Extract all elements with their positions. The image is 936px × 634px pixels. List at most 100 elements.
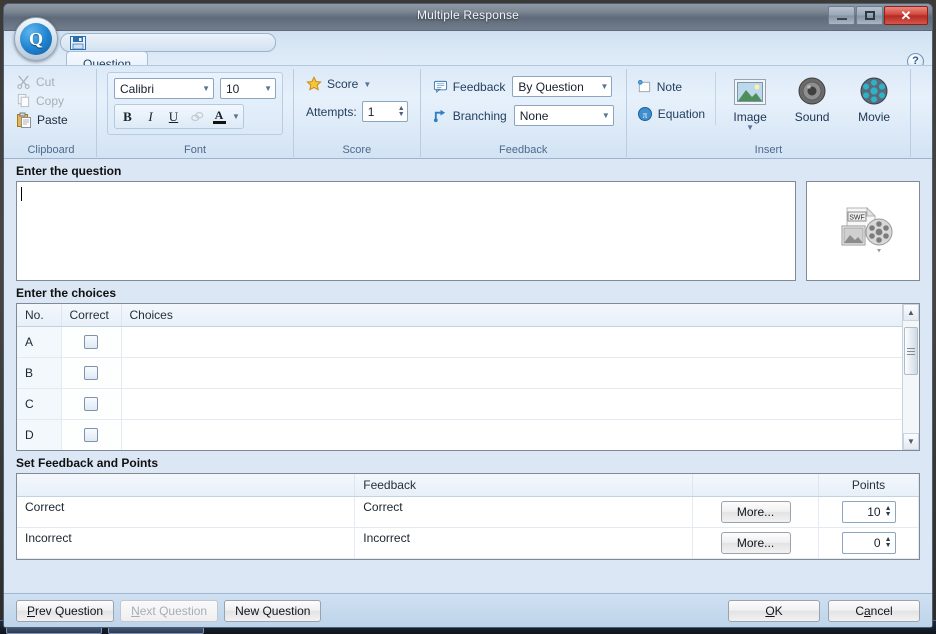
- choice-text[interactable]: [121, 357, 904, 389]
- insert-image-button[interactable]: Image ▼: [722, 72, 778, 132]
- font-family-combo[interactable]: Calibri ▼: [114, 78, 214, 99]
- application-window: Multiple Response ✕ Q Question ? Cut Cop…: [3, 3, 933, 628]
- choice-correct-cell[interactable]: [61, 388, 122, 420]
- correct-more-button[interactable]: More...: [720, 500, 791, 523]
- attempts-stepper[interactable]: 1 ▲ ▼: [361, 101, 408, 122]
- incorrect-points-stepper[interactable]: 0 ▲ ▼: [841, 531, 896, 554]
- choice-no: D: [17, 419, 62, 450]
- ribbon-group-score: Score ▼ Attempts: 1 ▲ ▼ Score: [294, 69, 421, 157]
- bold-button[interactable]: B: [116, 106, 139, 127]
- copy-icon: [17, 93, 30, 108]
- table-row: Correct Correct More... 10 ▲ ▼: [17, 496, 919, 528]
- incorrect-points-value: 0: [873, 535, 881, 550]
- choice-correct-checkbox[interactable]: [84, 427, 98, 442]
- question-row: SWF: [16, 181, 920, 281]
- stepper-down-icon[interactable]: ▼: [398, 111, 405, 118]
- score-button[interactable]: Score ▼: [306, 76, 408, 92]
- table-row[interactable]: C: [17, 388, 904, 420]
- stepper-arrows[interactable]: ▲ ▼: [885, 536, 892, 549]
- feedback-mode-combo[interactable]: By Question ▼: [512, 76, 613, 97]
- font-color-button[interactable]: A: [208, 106, 230, 127]
- choice-correct-checkbox[interactable]: [84, 365, 98, 380]
- feedback-row: Feedback By Question ▼: [433, 76, 614, 97]
- ok-button[interactable]: OK: [728, 599, 820, 622]
- copy-label: Copy: [36, 93, 65, 108]
- chevron-down-icon[interactable]: ▼: [746, 124, 754, 132]
- italic-button[interactable]: I: [139, 106, 162, 127]
- feedback-points-cell: 0 ▲ ▼: [818, 527, 919, 559]
- equation-label: Equation: [657, 107, 706, 121]
- stepper-arrows[interactable]: ▲ ▼: [885, 505, 892, 518]
- font-size-combo[interactable]: 10 ▼: [220, 78, 276, 99]
- chevron-down-icon[interactable]: ▼: [230, 106, 242, 127]
- stepper-down-icon[interactable]: ▼: [885, 511, 892, 518]
- choice-correct-checkbox[interactable]: [84, 334, 98, 349]
- ribbon-group-insert: Note π Equation Image ▼ Sound Movie Inse…: [627, 69, 912, 157]
- scrollbar-thumb[interactable]: [904, 327, 918, 375]
- choices-section-title: Enter the choices: [16, 286, 117, 300]
- scroll-up-icon[interactable]: ▲: [903, 304, 919, 321]
- table-row[interactable]: D: [17, 419, 904, 450]
- minimize-button[interactable]: [828, 6, 855, 25]
- underline-button[interactable]: U: [162, 106, 185, 127]
- choice-text[interactable]: [121, 388, 904, 420]
- attempts-label: Attempts:: [306, 104, 357, 119]
- next-question-button: Next Question: [120, 599, 219, 622]
- dialog-body: Enter the question SWF Enter the choices…: [4, 159, 932, 627]
- save-icon[interactable]: [70, 36, 86, 50]
- prev-question-button[interactable]: Prev Question: [16, 599, 115, 622]
- close-button[interactable]: ✕: [884, 6, 928, 25]
- feedback-row-text[interactable]: Incorrect: [354, 527, 693, 559]
- scroll-down-icon[interactable]: ▼: [903, 433, 919, 450]
- svg-text:SWF: SWF: [849, 215, 865, 222]
- chevron-down-icon[interactable]: ▼: [363, 80, 371, 89]
- insert-sound-button[interactable]: Sound: [784, 72, 840, 124]
- feedback-more-cell: More...: [692, 527, 819, 559]
- choice-text[interactable]: [121, 326, 904, 358]
- insert-movie-button[interactable]: Movie: [846, 72, 902, 124]
- highlight-button: [185, 106, 208, 127]
- stepper-down-icon[interactable]: ▼: [885, 542, 892, 549]
- title-bar[interactable]: Multiple Response ✕: [4, 4, 932, 31]
- insert-image-label: Image: [733, 110, 767, 124]
- choice-correct-cell[interactable]: [61, 419, 122, 450]
- equation-button[interactable]: π Equation: [635, 103, 707, 125]
- choice-text[interactable]: [121, 419, 904, 450]
- copy-button: Copy: [12, 91, 90, 110]
- question-input[interactable]: [16, 181, 797, 281]
- note-label: Note: [656, 79, 683, 94]
- cancel-button[interactable]: Ca ncel: [828, 599, 920, 622]
- attempts-row: Attempts: 1 ▲ ▼: [306, 101, 408, 122]
- note-icon: [637, 79, 650, 93]
- choices-scrollbar[interactable]: ▲ ▼: [902, 304, 919, 450]
- branching-combo[interactable]: None ▼: [513, 105, 614, 126]
- choices-col-correct: Correct: [61, 304, 122, 327]
- scrollbar-track[interactable]: [903, 321, 919, 433]
- choices-header-row: No. Correct Choices: [17, 304, 904, 327]
- media-placeholder[interactable]: SWF: [806, 181, 920, 281]
- choice-correct-checkbox[interactable]: [84, 396, 98, 411]
- note-button[interactable]: Note: [635, 76, 707, 97]
- choice-correct-cell[interactable]: [61, 326, 122, 358]
- quick-access-bar: [60, 33, 276, 52]
- spell-check-icon: ABC: [930, 74, 932, 110]
- thumb-grip-icon: [907, 350, 915, 352]
- table-row[interactable]: A: [17, 326, 904, 358]
- maximize-icon: [864, 11, 875, 20]
- table-row: Incorrect Incorrect More... 0 ▲ ▼: [17, 527, 919, 559]
- choice-correct-cell[interactable]: [61, 357, 122, 389]
- maximize-button[interactable]: [856, 6, 883, 25]
- incorrect-more-button[interactable]: More...: [720, 531, 791, 554]
- dialog-footer: Prev Question Next Question New Question…: [4, 593, 932, 627]
- table-row[interactable]: B: [17, 357, 904, 389]
- paste-button[interactable]: Paste: [12, 110, 90, 130]
- choice-no: C: [17, 388, 62, 420]
- stepper-arrows[interactable]: ▲ ▼: [398, 105, 405, 118]
- feedback-row-text[interactable]: Correct: [354, 496, 693, 528]
- new-question-button[interactable]: New Question: [224, 599, 322, 622]
- spell-button[interactable]: ABC Spell: [921, 72, 932, 124]
- application-orb-button[interactable]: Q: [14, 17, 58, 61]
- correct-points-stepper[interactable]: 10 ▲ ▼: [841, 500, 896, 523]
- chevron-down-icon: ▼: [264, 84, 272, 93]
- insert-sound-label: Sound: [794, 110, 830, 124]
